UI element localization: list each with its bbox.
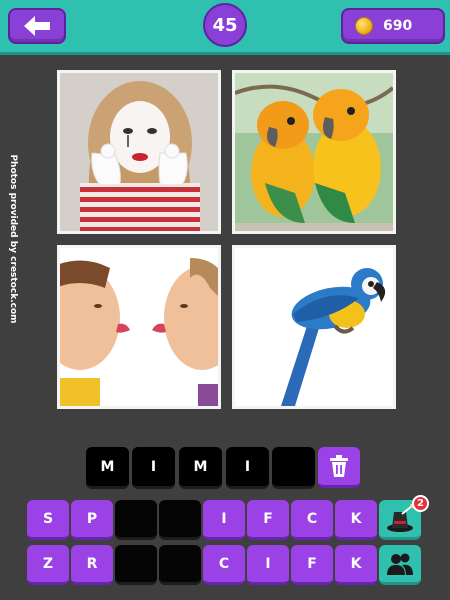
letter-key[interactable]: P [71, 500, 113, 540]
letter-key[interactable]: I [203, 500, 245, 540]
answer-slot[interactable] [272, 447, 315, 489]
coin-counter[interactable]: 690 [341, 8, 445, 44]
answer-slot[interactable]: I [226, 447, 269, 489]
letter-key[interactable]: Z [27, 545, 69, 585]
trash-icon [330, 455, 348, 477]
empty-key-slot [115, 545, 157, 585]
letter-key[interactable]: K [335, 545, 377, 585]
answer-slot[interactable]: M [86, 447, 129, 489]
clear-answer-button[interactable] [318, 447, 360, 488]
arrow-left-icon [24, 16, 50, 36]
friends-icon [387, 553, 413, 575]
magic-hat-icon [387, 503, 414, 532]
letter-key[interactable]: C [203, 545, 245, 585]
empty-key-slot [159, 500, 201, 540]
letter-key[interactable]: F [291, 545, 333, 585]
photo-credit: Photos provided by crestock.com [8, 154, 18, 324]
back-button[interactable] [8, 8, 66, 44]
friends-hint-button[interactable] [379, 545, 421, 585]
answer-slot[interactable]: I [132, 447, 175, 489]
letter-key[interactable]: F [247, 500, 289, 540]
answer-slot[interactable]: M [179, 447, 222, 489]
level-badge: 45 [203, 3, 247, 47]
coin-count: 690 [383, 18, 413, 34]
puzzle-photo-parakeets[interactable] [232, 70, 396, 234]
top-bar: 45 690 [0, 0, 450, 55]
puzzle-photo-mime[interactable] [57, 70, 221, 234]
letter-key[interactable]: C [291, 500, 333, 540]
gold-coin-icon [355, 17, 373, 35]
letter-key[interactable]: K [335, 500, 377, 540]
letter-key[interactable]: I [247, 545, 289, 585]
puzzle-photo-macaw[interactable] [232, 245, 396, 409]
empty-key-slot [159, 545, 201, 585]
puzzle-photo-children[interactable] [57, 245, 221, 409]
hint-count-badge: 2 [412, 495, 429, 512]
letter-key[interactable]: R [71, 545, 113, 585]
letter-key[interactable]: S [27, 500, 69, 540]
empty-key-slot [115, 500, 157, 540]
